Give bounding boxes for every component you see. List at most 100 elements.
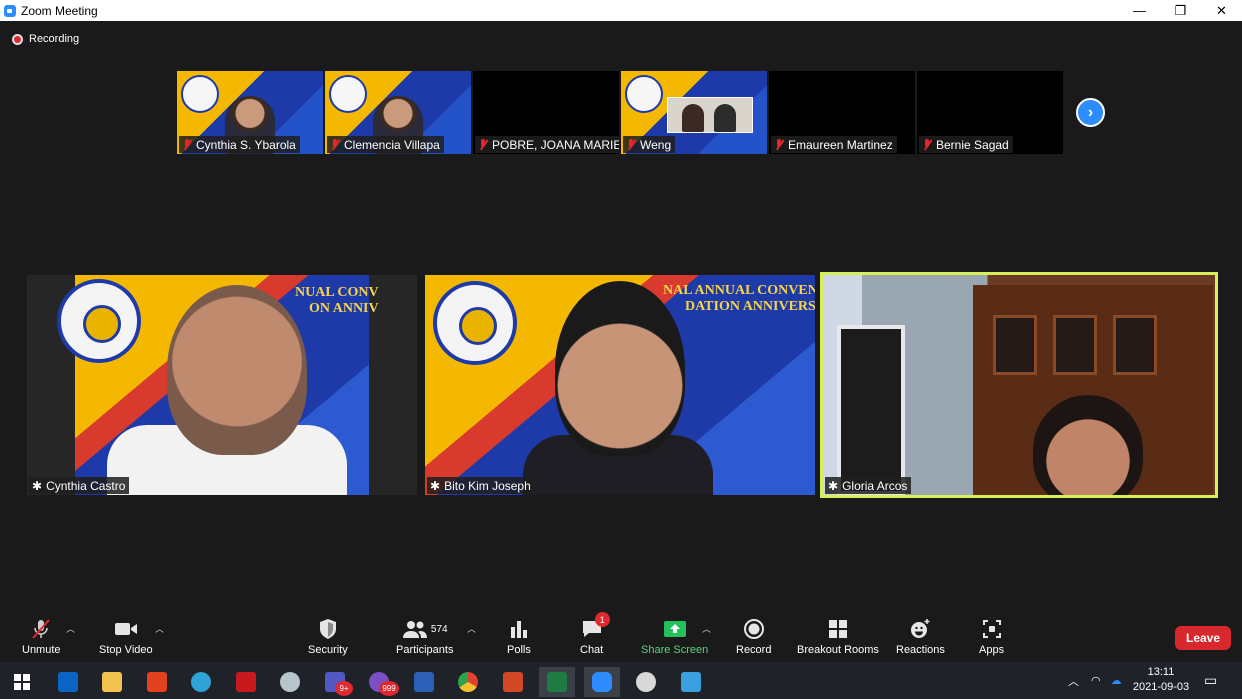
chevron-up-icon[interactable]: ︿: [1068, 673, 1079, 689]
video-tile[interactable]: NAL ANNUAL CONVENTION DATION ANNIVERSARY…: [425, 275, 815, 495]
participant-video: [667, 97, 753, 133]
chevron-right-icon: ›: [1087, 103, 1094, 121]
apps-icon: [982, 618, 1002, 640]
participant-thumbnail[interactable]: Clemencia Villapa: [325, 71, 471, 154]
pin-icon: ✱: [828, 478, 839, 493]
close-button[interactable]: ✕: [1201, 0, 1242, 21]
acrobat-app[interactable]: [228, 667, 264, 697]
participant-name: POBRE, JOANA MARIE: [492, 137, 619, 152]
restore-button[interactable]: ❐: [1160, 0, 1201, 21]
powerpoint-app[interactable]: [495, 667, 531, 697]
banner-text: ON ANNIV: [309, 301, 379, 316]
teams-app[interactable]: 9+: [317, 667, 353, 697]
bar-chart-icon: [509, 618, 529, 640]
participant-thumbnail[interactable]: Emaureen Martinez: [769, 71, 915, 154]
share-screen-label: Share Screen: [641, 644, 709, 656]
powerpoint-icon: [503, 672, 523, 692]
participants-button[interactable]: 574 Participants: [396, 618, 453, 656]
apps-button[interactable]: Apps: [979, 618, 1004, 656]
office-app[interactable]: [139, 667, 175, 697]
photos-app[interactable]: [673, 667, 709, 697]
word-app[interactable]: [406, 667, 442, 697]
file-explorer-app[interactable]: [94, 667, 130, 697]
participant-face: [167, 285, 307, 455]
start-button[interactable]: [4, 667, 40, 697]
viber-app[interactable]: 999: [361, 667, 399, 697]
windows-taskbar: 9+ 999 ︿ ◠ ☁ 13:11 2021-09-03 ▭: [0, 662, 1242, 699]
participant-thumbnail[interactable]: POBRE, JOANA MARIE: [473, 71, 619, 154]
notification-icon: ▭: [1204, 672, 1218, 688]
zoom-app-icon: [4, 4, 16, 17]
participant-name: Gloria Arcos: [842, 478, 908, 493]
system-clock[interactable]: 13:11 2021-09-03: [1130, 665, 1192, 695]
breakout-rooms-button[interactable]: Breakout Rooms: [797, 618, 879, 656]
photo-app[interactable]: [272, 667, 308, 697]
mic-muted-icon: [922, 138, 932, 151]
recording-indicator[interactable]: Recording: [12, 33, 79, 45]
participant-name: Weng: [640, 137, 672, 152]
snipping-app[interactable]: [628, 667, 664, 697]
participants-icon: 574: [402, 618, 448, 640]
zoom-app[interactable]: [584, 667, 620, 697]
participant-face: [1033, 395, 1143, 495]
polls-button[interactable]: Polls: [507, 618, 531, 656]
participant-name-tag: ✱ Gloria Arcos: [825, 477, 912, 494]
onedrive-icon[interactable]: ☁: [1111, 674, 1122, 687]
mic-muted-icon: [182, 138, 192, 151]
leave-button[interactable]: Leave: [1175, 626, 1231, 650]
shield-icon: [318, 618, 338, 640]
participant-name-tag: ✱ Bito Kim Joseph: [427, 477, 535, 494]
share-screen-button[interactable]: Share Screen: [641, 618, 708, 656]
chat-button[interactable]: 1 Chat: [580, 612, 610, 656]
cabinet-glass: [1053, 315, 1097, 375]
chevron-up-icon[interactable]: ︿: [467, 622, 476, 635]
room-door: [837, 325, 905, 495]
participant-name: Emaureen Martinez: [788, 137, 893, 152]
participant-name: Cynthia Castro: [46, 478, 126, 493]
outlook-app[interactable]: [50, 667, 86, 697]
notification-center[interactable]: ▭: [1204, 662, 1217, 699]
image-icon: [681, 672, 701, 692]
chevron-up-icon[interactable]: ︿: [702, 622, 711, 635]
zoom-icon: [592, 672, 612, 692]
unmute-button[interactable]: Unmute: [22, 618, 61, 656]
chevron-up-icon[interactable]: ︿: [155, 622, 164, 635]
participant-name-tag: Emaureen Martinez: [771, 136, 897, 153]
minimize-button[interactable]: —: [1119, 0, 1160, 21]
organization-logo: [57, 279, 141, 363]
record-label: Record: [736, 644, 772, 656]
chrome-app[interactable]: [450, 667, 486, 697]
recording-label: Recording: [29, 33, 80, 45]
video-tile[interactable]: NUAL CONV ON ANNIV ✱ Cynthia Castro: [27, 275, 417, 495]
meeting-area: Recording Cynthia S. Ybarola Clemencia V…: [0, 21, 1242, 612]
video-tile-active-speaker[interactable]: ✱ Gloria Arcos: [820, 272, 1218, 498]
pin-icon: ✱: [32, 478, 43, 493]
record-button[interactable]: Record: [736, 618, 771, 656]
participant-thumbnail[interactable]: Bernie Sagad: [917, 71, 1063, 154]
participant-video: [823, 275, 1215, 495]
windows-icon: [14, 674, 30, 690]
photo-icon: [280, 672, 300, 692]
participants-count: 574: [430, 623, 448, 635]
chat-label: Chat: [580, 644, 604, 656]
stop-video-button[interactable]: Stop Video: [99, 618, 153, 656]
banner-text: NUAL CONV: [295, 285, 379, 300]
participant-face: [555, 281, 685, 456]
next-page-button[interactable]: ›: [1076, 98, 1105, 127]
participant-thumbnail[interactable]: Cynthia S. Ybarola: [177, 71, 323, 154]
excel-app[interactable]: [539, 667, 575, 697]
organization-logo: [433, 281, 517, 365]
participant-name-tag: POBRE, JOANA MARIE: [475, 136, 619, 153]
security-button[interactable]: Security: [308, 618, 348, 656]
chrome-icon: [458, 672, 478, 692]
network-icon[interactable]: ◠: [1091, 674, 1101, 687]
network-app[interactable]: [183, 667, 219, 697]
share-screen-icon: [663, 618, 687, 640]
word-icon: [414, 672, 434, 692]
mic-muted-icon: [30, 618, 52, 640]
folder-icon: [102, 672, 122, 692]
clock-date: 2021-09-03: [1132, 681, 1190, 693]
chevron-up-icon[interactable]: ︿: [66, 622, 75, 635]
reactions-button[interactable]: Reactions: [896, 618, 945, 656]
participant-thumbnail[interactable]: Weng: [621, 71, 767, 154]
